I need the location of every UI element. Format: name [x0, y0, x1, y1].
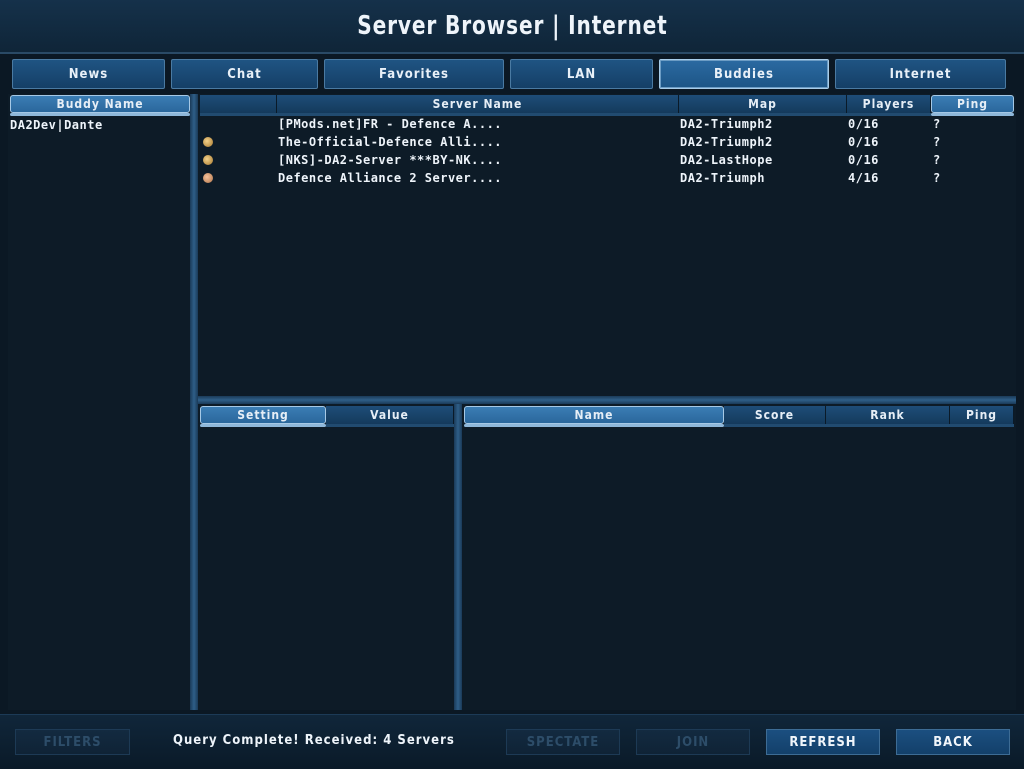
rank-header-label: Rank [870, 408, 905, 422]
server-players-cell: 0/16 [848, 117, 879, 131]
status-text: Query Complete! Received: 4 Servers [173, 733, 455, 748]
score-column-header[interactable]: Score [724, 406, 826, 424]
tab-buddies[interactable]: Buddies [659, 59, 829, 89]
buddy-name: DA2Dev|Dante [10, 118, 103, 132]
refresh-button[interactable]: REFRESH [766, 729, 880, 755]
tab-news-label: News [68, 66, 109, 82]
tab-internet-label: Internet [889, 66, 952, 82]
server-row[interactable]: [NKS]-DA2-Server ***BY-NK.... DA2-LastHo… [200, 151, 1014, 169]
setting-column-header[interactable]: Setting [200, 406, 326, 424]
spectate-button[interactable]: SPECTATE [506, 729, 620, 755]
players-header-label: Players [862, 97, 915, 111]
ping-header-label: Ping [956, 97, 989, 111]
tab-lan-label: LAN [566, 66, 597, 82]
status-orange-icon [203, 155, 213, 165]
server-row[interactable]: Defence Alliance 2 Server.... DA2-Triump… [200, 169, 1014, 187]
server-row[interactable]: The-Official-Defence Alli.... DA2-Triump… [200, 133, 1014, 151]
server-name-cell: Defence Alliance 2 Server.... [278, 171, 503, 185]
setting-header-label: Setting [237, 408, 289, 422]
ping-column-header[interactable]: Ping [931, 95, 1014, 113]
player-list-panel [462, 404, 1016, 710]
server-map-cell: DA2-LastHope [680, 153, 773, 167]
back-button[interactable]: BACK [896, 729, 1010, 755]
server-map-cell: DA2-Triumph2 [680, 135, 773, 149]
settings-panel-divider[interactable] [454, 404, 462, 710]
player-name-column-header[interactable]: Name [464, 406, 724, 424]
buddy-panel-divider[interactable] [190, 94, 198, 710]
tab-favorites[interactable]: Favorites [324, 59, 504, 89]
status-orange-icon [203, 137, 213, 147]
server-name-cell: [PMods.net]FR - Defence A.... [278, 117, 503, 131]
player-ping-header-label: Ping [965, 408, 998, 422]
tab-chat-label: Chat [227, 66, 262, 82]
player-name-header-label: Name [574, 408, 614, 422]
map-column-header[interactable]: Map [679, 95, 847, 113]
server-map-cell: DA2-Triumph2 [680, 117, 773, 131]
server-players-cell: 4/16 [848, 171, 879, 185]
server-ping-cell: ? [933, 117, 941, 131]
value-column-header[interactable]: Value [326, 406, 454, 424]
server-ping-cell: ? [933, 171, 941, 185]
server-players-cell: 0/16 [848, 153, 879, 167]
server-name-cell: [NKS]-DA2-Server ***BY-NK.... [278, 153, 503, 167]
server-name-header-label: Server Name [432, 97, 523, 111]
player-header-underline [724, 424, 1014, 427]
tab-chat[interactable]: Chat [171, 59, 318, 89]
buddy-list-item[interactable]: DA2Dev|Dante [10, 116, 188, 134]
tab-buddies-label: Buddies [714, 66, 774, 82]
value-header-label: Value [370, 408, 409, 422]
server-row[interactable]: [PMods.net]FR - Defence A.... DA2-Triump… [200, 115, 1014, 133]
tab-lan[interactable]: LAN [510, 59, 653, 89]
icon-column-header[interactable] [200, 95, 277, 113]
server-ping-cell: ? [933, 153, 941, 167]
server-name-column-header[interactable]: Server Name [277, 95, 679, 113]
buddy-name-column-header[interactable]: Buddy Name [10, 95, 190, 113]
server-players-cell: 0/16 [848, 135, 879, 149]
tab-internet[interactable]: Internet [835, 59, 1006, 89]
server-ping-cell: ? [933, 135, 941, 149]
tab-favorites-label: Favorites [378, 66, 450, 82]
map-header-label: Map [748, 97, 777, 111]
back-button-label: BACK [933, 734, 973, 750]
filters-button-label: FILTERS [43, 734, 102, 750]
window-title: Server Browser | Internet [356, 11, 668, 41]
rank-column-header[interactable]: Rank [826, 406, 950, 424]
join-button[interactable]: JOIN [636, 729, 750, 755]
player-ping-column-header[interactable]: Ping [950, 406, 1014, 424]
score-header-label: Score [754, 408, 795, 422]
value-header-underline [326, 424, 454, 427]
server-name-cell: The-Official-Defence Alli.... [278, 135, 503, 149]
buddy-list-panel [8, 94, 190, 710]
player-name-header-underline [464, 424, 724, 427]
server-settings-panel [198, 404, 454, 710]
status-peach-icon [203, 173, 213, 183]
refresh-button-label: REFRESH [789, 734, 857, 750]
server-panel-divider[interactable] [198, 396, 1016, 404]
buddy-name-header-label: Buddy Name [56, 97, 144, 111]
join-button-label: JOIN [676, 734, 710, 750]
setting-header-underline [200, 424, 326, 427]
players-column-header[interactable]: Players [847, 95, 931, 113]
title-bar: Server Browser | Internet [0, 0, 1024, 54]
filters-button[interactable]: FILTERS [15, 729, 130, 755]
tab-news[interactable]: News [12, 59, 165, 89]
server-map-cell: DA2-Triumph [680, 171, 765, 185]
spectate-button-label: SPECTATE [526, 734, 600, 750]
